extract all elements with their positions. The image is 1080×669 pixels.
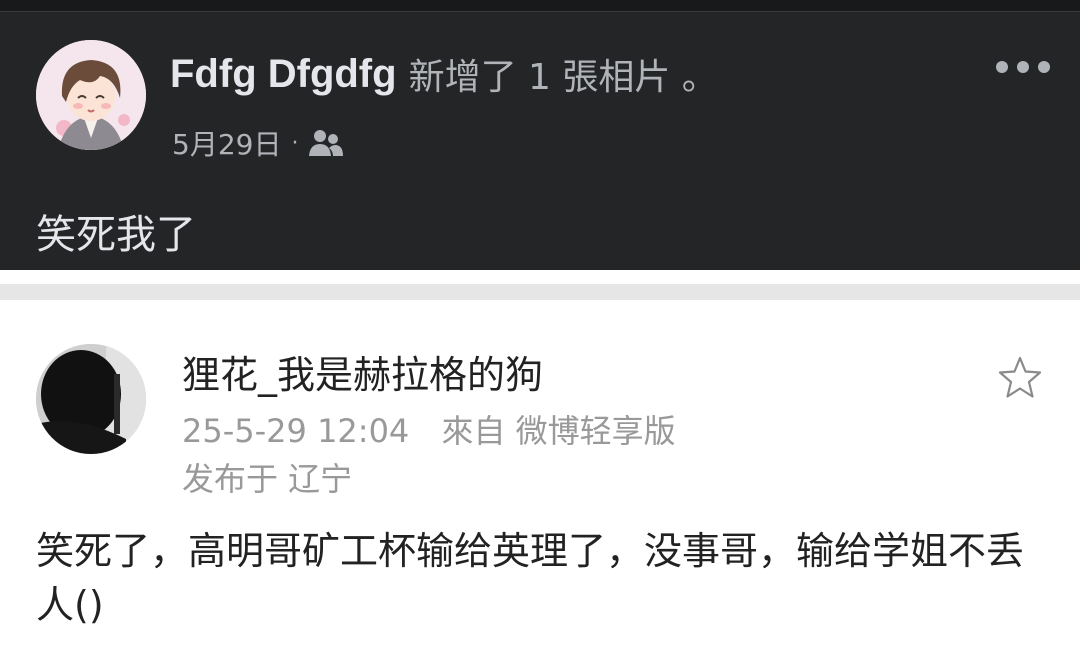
post-text: 笑死我了 bbox=[36, 212, 196, 258]
avatar-photo bbox=[36, 344, 146, 454]
friends-icon[interactable] bbox=[308, 128, 344, 158]
weibo-user-avatar[interactable] bbox=[36, 344, 146, 454]
post-location: 发布于 辽宁 bbox=[182, 460, 353, 498]
weibo-meta: 25-5-29 12:04 來自 微博轻享版 bbox=[182, 406, 676, 452]
facebook-post: Fdfg Dfgdfg 新增了 1 張相片 。 5月29日 · 笑死我了 bbox=[0, 0, 1080, 270]
post-action-text: 新增了 1 張相片 。 bbox=[408, 57, 718, 98]
author-avatar[interactable] bbox=[36, 40, 146, 150]
weibo-post: 狸花_我是赫拉格的狗 25-5-29 12:04 來自 微博轻享版 发布于 辽宁… bbox=[0, 302, 1080, 669]
post-source[interactable]: 來自 微博轻享版 bbox=[441, 412, 675, 450]
meta-separator: · bbox=[291, 130, 299, 156]
post-divider bbox=[0, 270, 1080, 302]
avatar-illustration bbox=[36, 40, 146, 150]
post-meta: 5月29日 · bbox=[172, 122, 344, 164]
more-horizontal-icon[interactable] bbox=[996, 57, 1050, 77]
post-time: 25-5-29 12:04 bbox=[182, 412, 410, 450]
post-header: Fdfg Dfgdfg 新增了 1 張相片 。 bbox=[170, 44, 718, 104]
weibo-username[interactable]: 狸花_我是赫拉格的狗 bbox=[182, 344, 543, 399]
weibo-post-text: 笑死了，高明哥矿工杯输给英理了，没事哥，输给学姐不丢人() bbox=[36, 529, 1025, 627]
star-icon[interactable] bbox=[996, 354, 1044, 402]
post-date[interactable]: 5月29日 bbox=[172, 123, 281, 163]
author-name[interactable]: Fdfg Dfgdfg bbox=[170, 52, 397, 97]
